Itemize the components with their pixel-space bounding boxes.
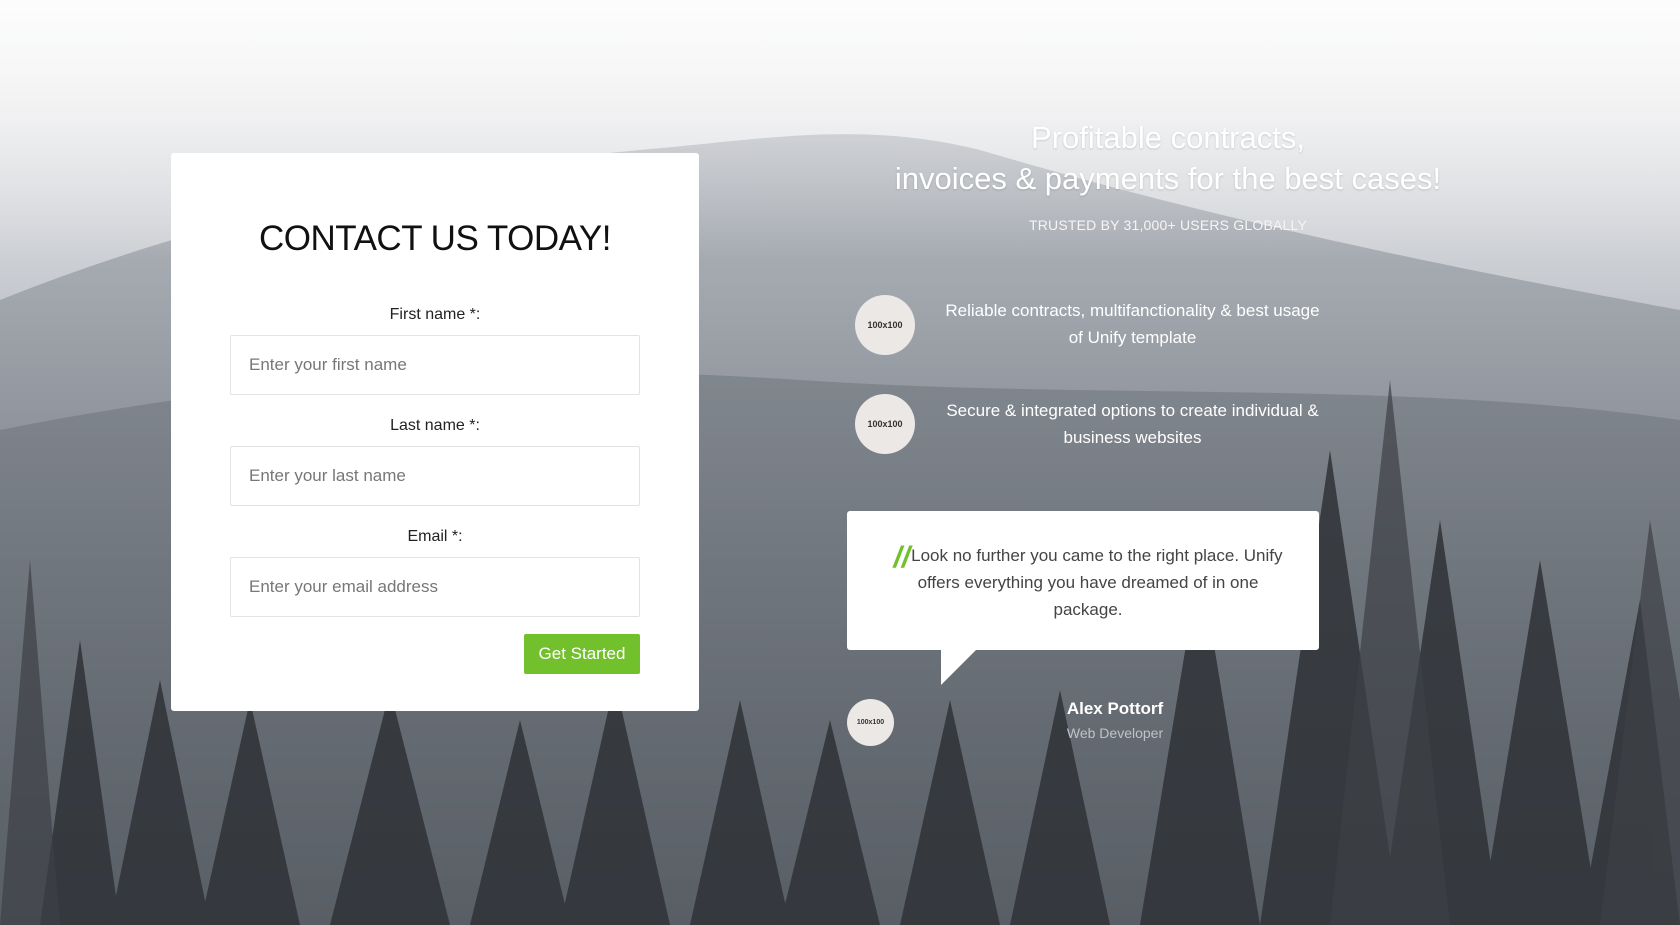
author-avatar: 100x100 xyxy=(847,699,894,746)
hero-title-line1: Profitable contracts, xyxy=(1031,120,1305,155)
contact-form-title: CONTACT US TODAY! xyxy=(259,219,611,258)
feature-text: Secure & integrated options to create in… xyxy=(946,401,1319,447)
quote-mark-icon: // xyxy=(893,541,911,574)
email-input[interactable] xyxy=(230,557,640,617)
get-started-button[interactable]: Get Started xyxy=(524,634,640,674)
feature-avatar: 100x100 xyxy=(855,394,915,454)
testimonial-text: Look no further you came to the right pl… xyxy=(911,546,1283,619)
last-name-label: Last name *: xyxy=(390,417,480,434)
feature-text: Reliable contracts, multifanctionality &… xyxy=(945,301,1320,347)
author-role: Web Developer xyxy=(1066,725,1164,741)
last-name-input[interactable] xyxy=(230,446,640,506)
contact-form-card: CONTACT US TODAY! First name *: Last nam… xyxy=(171,153,699,711)
testimonial-bubble: //Look no further you came to the right … xyxy=(847,511,1319,650)
hero-subtitle: TRUSTED BY 31,000+ USERS GLOBALLY xyxy=(1028,217,1308,233)
first-name-input[interactable] xyxy=(230,335,640,395)
testimonial-quote: //Look no further you came to the right … xyxy=(887,542,1289,623)
hero-title-line2: invoices & payments for the best cases! xyxy=(894,161,1442,196)
author-name: Alex Pottorf xyxy=(1066,699,1164,718)
feature-avatar: 100x100 xyxy=(855,295,915,355)
email-label: Email *: xyxy=(407,528,463,545)
testimonial-bubble-tail xyxy=(941,649,977,685)
first-name-label: First name *: xyxy=(389,306,481,323)
hero-title: Profitable contracts, invoices & payment… xyxy=(860,117,1476,199)
